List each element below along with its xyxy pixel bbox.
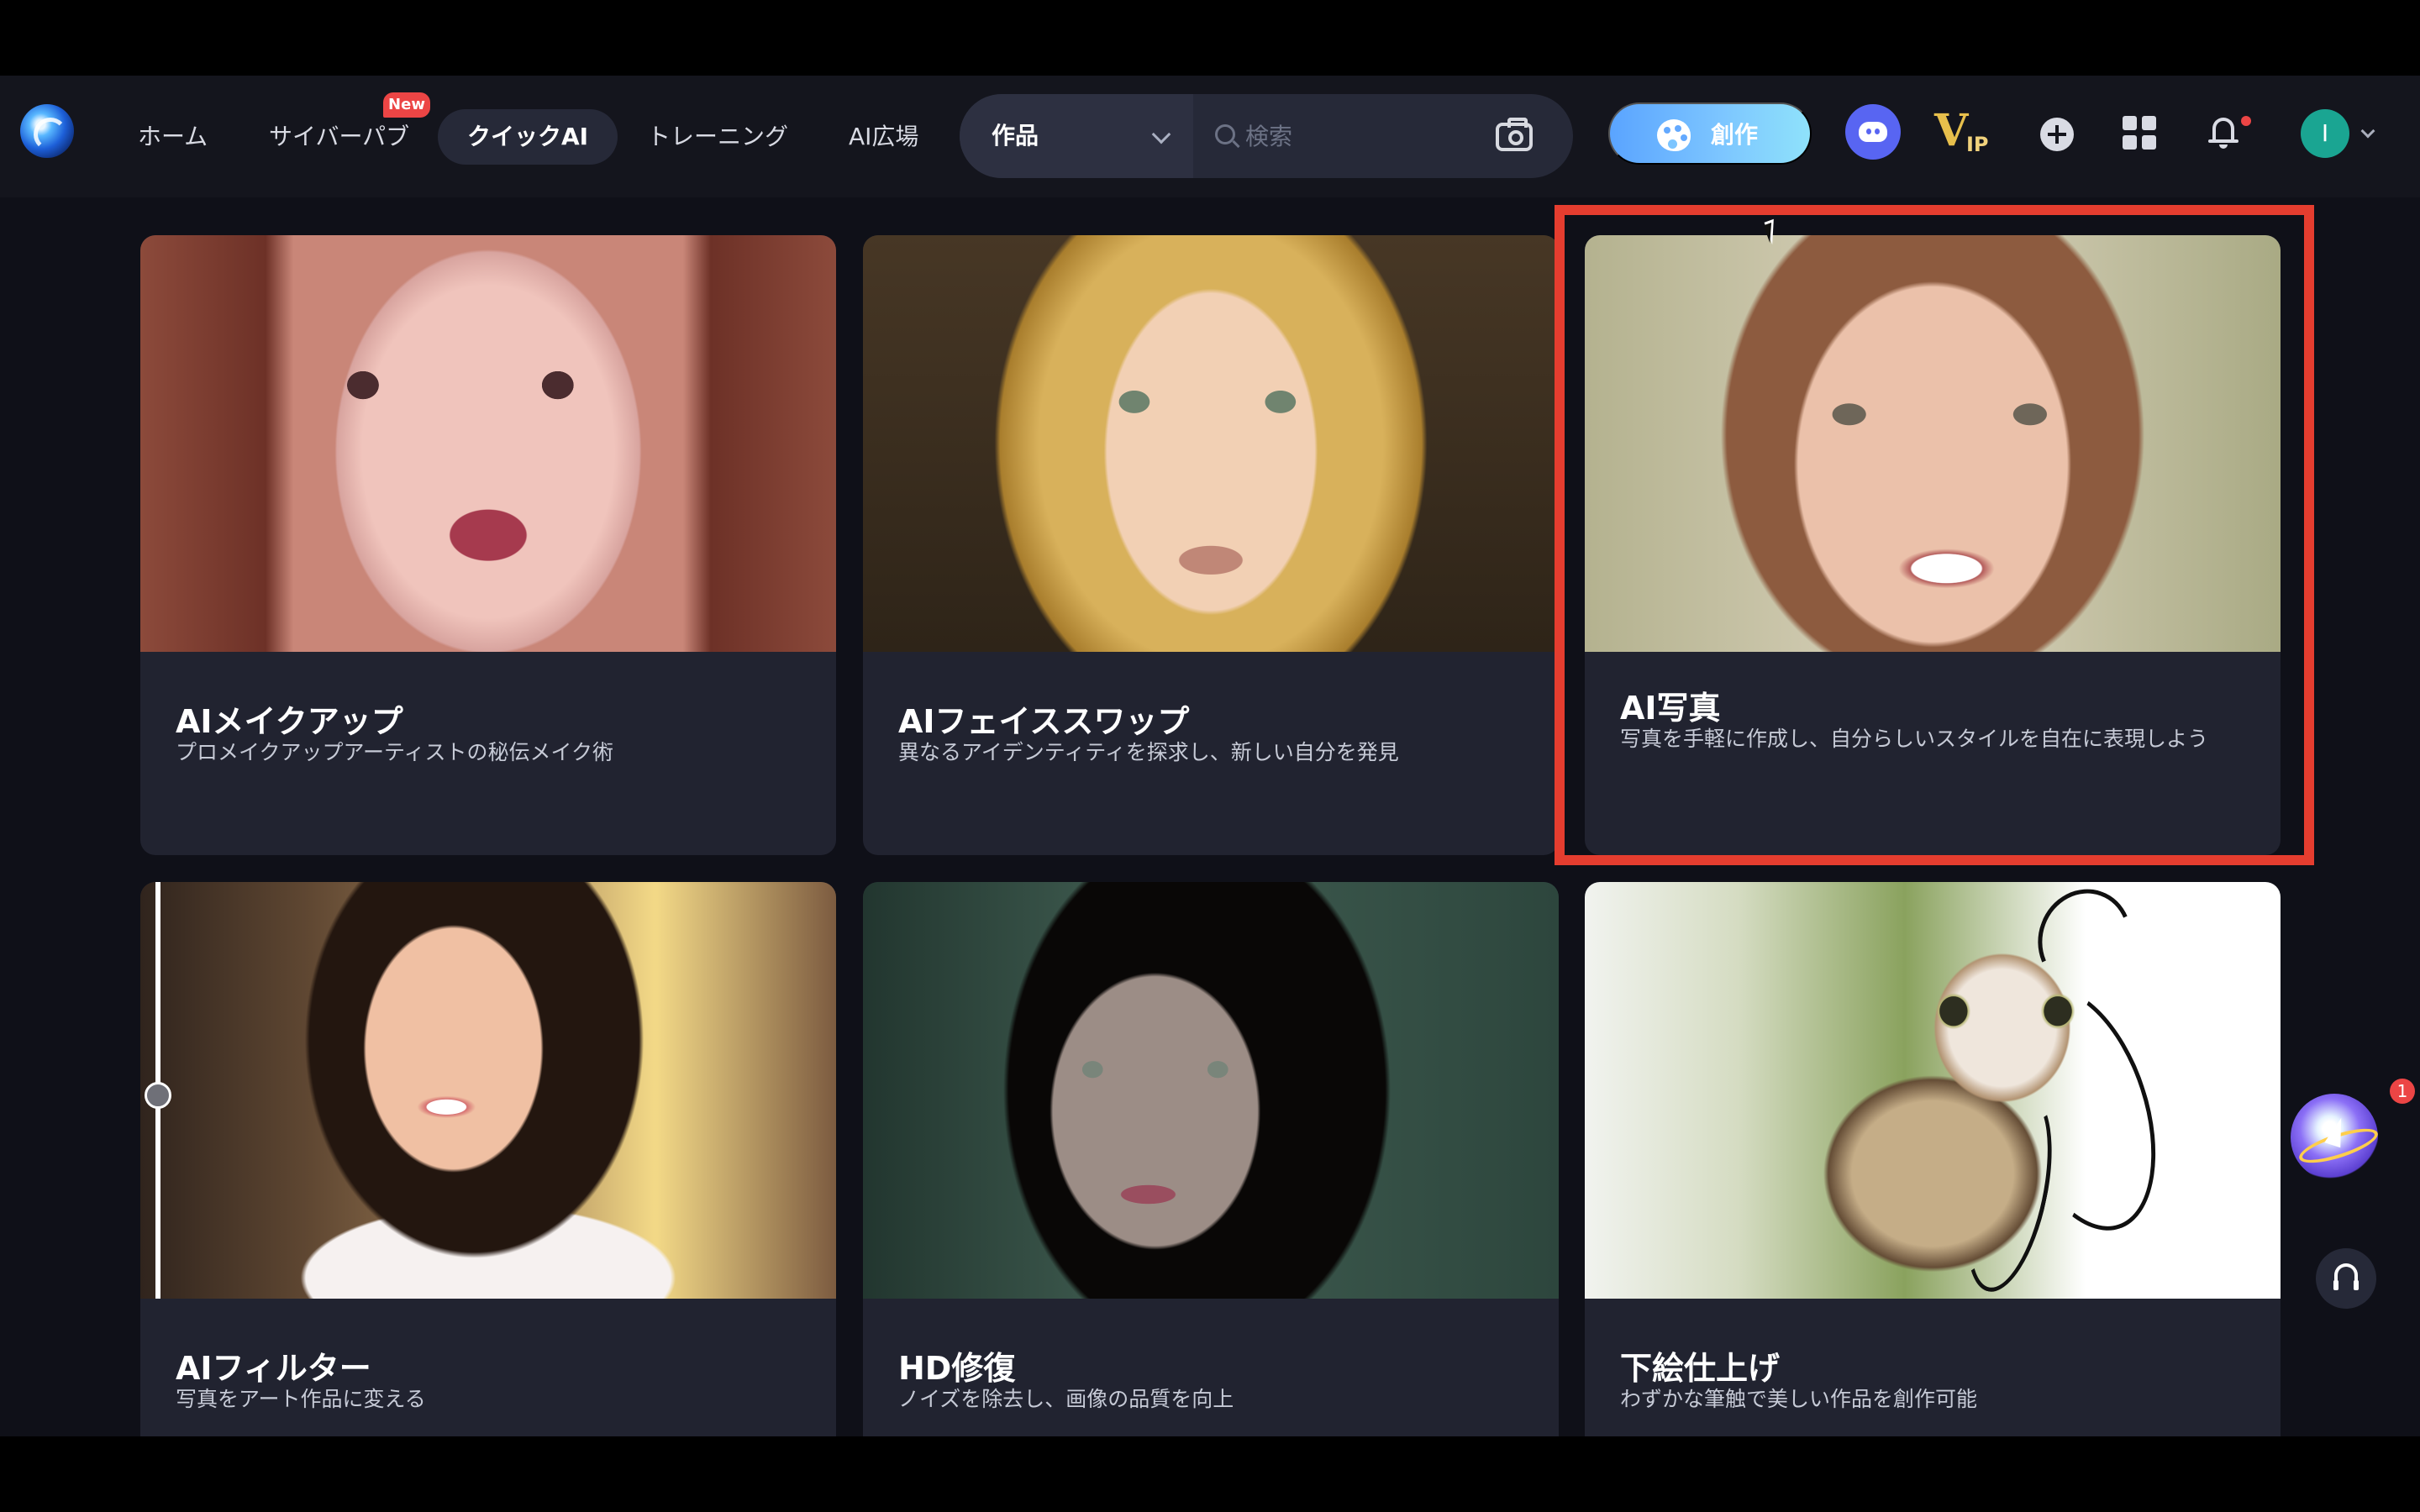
card-description: ノイズを除去し、画像の品質を向上 — [898, 1387, 1234, 1411]
card-title: HD修復 — [898, 1350, 1016, 1387]
vip-icon[interactable]: V IP — [1934, 108, 1993, 161]
camera-icon[interactable] — [1496, 118, 1533, 151]
card-title: AIフィルター — [176, 1350, 371, 1387]
ai-filter-preview-image — [140, 882, 836, 1299]
card-title: AIフェイススワップ — [898, 703, 1190, 740]
assistant-orb-icon[interactable] — [2291, 1094, 2378, 1181]
ai-face-swap-preview-image — [863, 235, 1559, 652]
bell-icon[interactable] — [2207, 113, 2240, 151]
chevron-down-icon — [1151, 124, 1171, 144]
nav-quick-ai-link[interactable]: クイックAI — [438, 109, 618, 165]
search-bar: 作品 — [960, 94, 1573, 178]
top-navigation: ホーム サイバーパブ New クイックAI トレーニング AI広場 作品 創作 … — [0, 76, 2420, 197]
quick-ai-page: ホーム サイバーパブ New クイックAI トレーニング AI広場 作品 創作 … — [0, 76, 2420, 1436]
avatar-chevron-down-icon[interactable] — [2360, 123, 2375, 139]
hd-restore-preview-image — [863, 882, 1559, 1299]
card-description: 異なるアイデンティティを探求し、新しい自分を発見 — [898, 740, 1399, 764]
customer-support-button[interactable] — [2316, 1248, 2376, 1309]
sketch-stroke — [2023, 882, 2146, 1003]
card-title: 下絵仕上げ — [1620, 1350, 1781, 1387]
sketch-finish-preview-image — [1585, 882, 2281, 1299]
card-description: 写真をアート作品に変える — [176, 1387, 426, 1411]
card-ai-makeup[interactable]: AIメイクアップ プロメイクアップアーティストの秘伝メイク術 — [140, 235, 836, 855]
discord-face-icon — [1859, 122, 1887, 142]
search-category-label: 作品 — [992, 122, 1039, 150]
notification-dot — [2241, 116, 2251, 126]
nav-home-link[interactable]: ホーム — [138, 109, 208, 165]
new-badge: New — [383, 92, 430, 118]
card-hd-restore[interactable]: HD修復 ノイズを除去し、画像の品質を向上 — [863, 882, 1559, 1436]
plus-icon[interactable] — [2040, 118, 2074, 151]
search-input[interactable] — [1245, 114, 1497, 158]
nav-training-link[interactable]: トレーニング — [647, 109, 788, 165]
user-avatar[interactable]: I — [2301, 109, 2349, 158]
card-ai-face-swap[interactable]: AIフェイススワップ 異なるアイデンティティを探求し、新しい自分を発見 — [863, 235, 1559, 855]
ai-makeup-preview-image — [140, 235, 836, 652]
search-icon — [1215, 124, 1235, 144]
create-button-label: 創作 — [1711, 122, 1759, 148]
palette-icon — [1657, 119, 1691, 151]
ai-photo-highlight-box — [1555, 205, 2314, 865]
card-description: プロメイクアップアーティストの秘伝メイク術 — [176, 740, 614, 764]
search-category-select[interactable]: 作品 — [960, 94, 1193, 178]
card-description: わずかな筆触で美しい作品を創作可能 — [1620, 1387, 1978, 1411]
letterbox-top — [0, 0, 2420, 76]
card-ai-filter[interactable]: AIフィルター 写真をアート作品に変える — [140, 882, 836, 1436]
discord-icon[interactable] — [1845, 104, 1901, 160]
apps-grid-icon[interactable] — [2123, 116, 2156, 150]
card-title: AIメイクアップ — [176, 703, 403, 740]
app-logo-icon[interactable] — [20, 104, 74, 158]
nav-ai-square-link[interactable]: AI広場 — [849, 109, 918, 165]
card-sketch-finish[interactable]: 下絵仕上げ わずかな筆触で美しい作品を創作可能 — [1585, 882, 2281, 1436]
letterbox-bottom — [0, 1436, 2420, 1512]
comparison-handle[interactable] — [145, 1082, 171, 1109]
headset-icon — [2333, 1263, 2359, 1290]
assistant-badge: 1 — [2390, 1079, 2415, 1104]
vip-ip-text: IP — [1966, 133, 1989, 156]
vip-v-text: V — [1934, 105, 1969, 156]
create-button[interactable]: 創作 — [1608, 102, 1812, 165]
